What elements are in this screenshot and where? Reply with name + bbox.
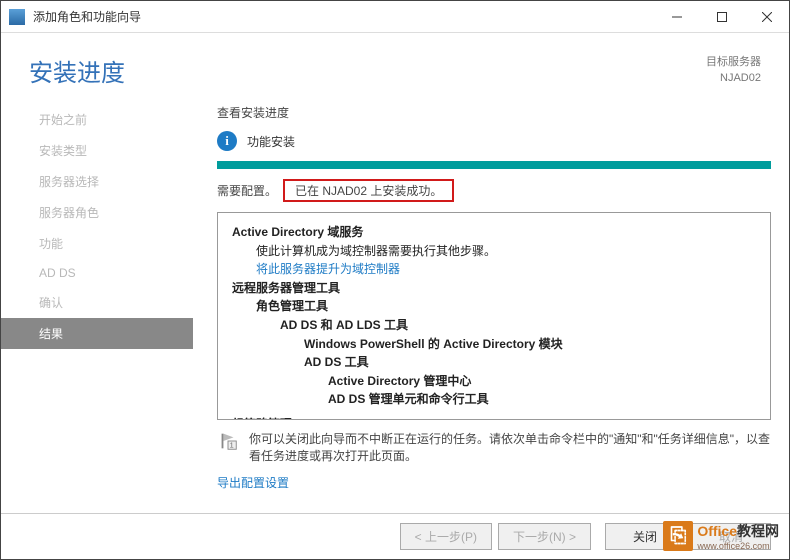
footer-buttons: < 上一步(P) 下一步(N) > 关闭 取消: [1, 513, 789, 559]
subheading: 查看安装进度: [217, 104, 771, 121]
config-prefix: 需要配置。: [217, 182, 277, 199]
page-title: 安装进度: [29, 53, 125, 88]
role-mgmt-title: 角色管理工具: [232, 297, 756, 316]
target-name: NJAD02: [706, 71, 761, 86]
details-box: Active Directory 域服务 使此计算机成为域控制器需要执行其他步骤…: [217, 212, 771, 420]
sidebar-item-server-roles: 服务器角色: [1, 197, 193, 228]
status-text: 功能安装: [247, 133, 295, 150]
adds-lds-tools: AD DS 和 AD LDS 工具: [232, 316, 756, 335]
adds-snapins-cli: AD DS 管理单元和命令行工具: [232, 390, 756, 409]
info-icon: i: [217, 131, 237, 151]
main-area: 安装进度 目标服务器 NJAD02 开始之前 安装类型 服务器选择 服务器角色 …: [1, 33, 789, 559]
target-label: 目标服务器: [706, 55, 761, 70]
status-row: i 功能安装: [217, 131, 771, 151]
install-progress-bar: [217, 161, 771, 169]
close-wizard-note: 1 你可以关闭此向导而不中断正在运行的任务。请依次单击命令栏中的"通知"和"任务…: [217, 430, 771, 464]
cancel-button[interactable]: 取消: [691, 523, 771, 550]
previous-button[interactable]: < 上一步(P): [400, 523, 492, 550]
svg-text:1: 1: [230, 440, 234, 449]
powershell-ad-module: Windows PowerShell 的 Active Directory 模块: [232, 335, 756, 354]
close-button[interactable]: [744, 1, 789, 33]
wizard-sidebar: 开始之前 安装类型 服务器选择 服务器角色 功能 AD DS 确认 结果: [1, 98, 193, 513]
sidebar-item-before-begin: 开始之前: [1, 104, 193, 135]
sidebar-item-results[interactable]: 结果: [1, 318, 193, 349]
window-controls: [654, 1, 789, 33]
minimize-button[interactable]: [654, 1, 699, 33]
target-server-block: 目标服务器 NJAD02: [706, 55, 761, 86]
ad-admin-center: Active Directory 管理中心: [232, 372, 756, 391]
note-text: 你可以关闭此向导而不中断正在运行的任务。请依次单击命令栏中的"通知"和"任务详细…: [249, 430, 771, 464]
content-pane: 查看安装进度 i 功能安装 需要配置。 已在 NJAD02 上安装成功。 Act…: [193, 98, 789, 513]
gpm-title: 组策略管理: [232, 415, 756, 420]
sidebar-item-install-type: 安装类型: [1, 135, 193, 166]
titlebar: 添加角色和功能向导: [1, 1, 789, 33]
ad-ds-note: 使此计算机成为域控制器需要执行其他步骤。: [232, 242, 756, 261]
content-row: 开始之前 安装类型 服务器选择 服务器角色 功能 AD DS 确认 结果 查看安…: [1, 98, 789, 513]
sidebar-item-features: 功能: [1, 228, 193, 259]
adds-tools: AD DS 工具: [232, 353, 756, 372]
install-success-highlight: 已在 NJAD02 上安装成功。: [283, 179, 454, 202]
flag-icon: 1: [217, 430, 239, 452]
promote-dc-link[interactable]: 将此服务器提升为域控制器: [232, 260, 756, 279]
window-title: 添加角色和功能向导: [33, 8, 654, 25]
export-config-link[interactable]: 导出配置设置: [217, 474, 771, 491]
config-required-row: 需要配置。 已在 NJAD02 上安装成功。: [217, 179, 771, 202]
close-wizard-button[interactable]: 关闭: [605, 523, 685, 550]
rsat-title: 远程服务器管理工具: [232, 279, 756, 298]
ad-ds-title: Active Directory 域服务: [232, 223, 756, 242]
sidebar-item-adds: AD DS: [1, 259, 193, 287]
sidebar-item-confirmation: 确认: [1, 287, 193, 318]
sidebar-item-server-selection: 服务器选择: [1, 166, 193, 197]
header-row: 安装进度 目标服务器 NJAD02: [1, 33, 789, 98]
next-button[interactable]: 下一步(N) >: [498, 523, 591, 550]
server-manager-icon: [9, 9, 25, 25]
maximize-button[interactable]: [699, 1, 744, 33]
